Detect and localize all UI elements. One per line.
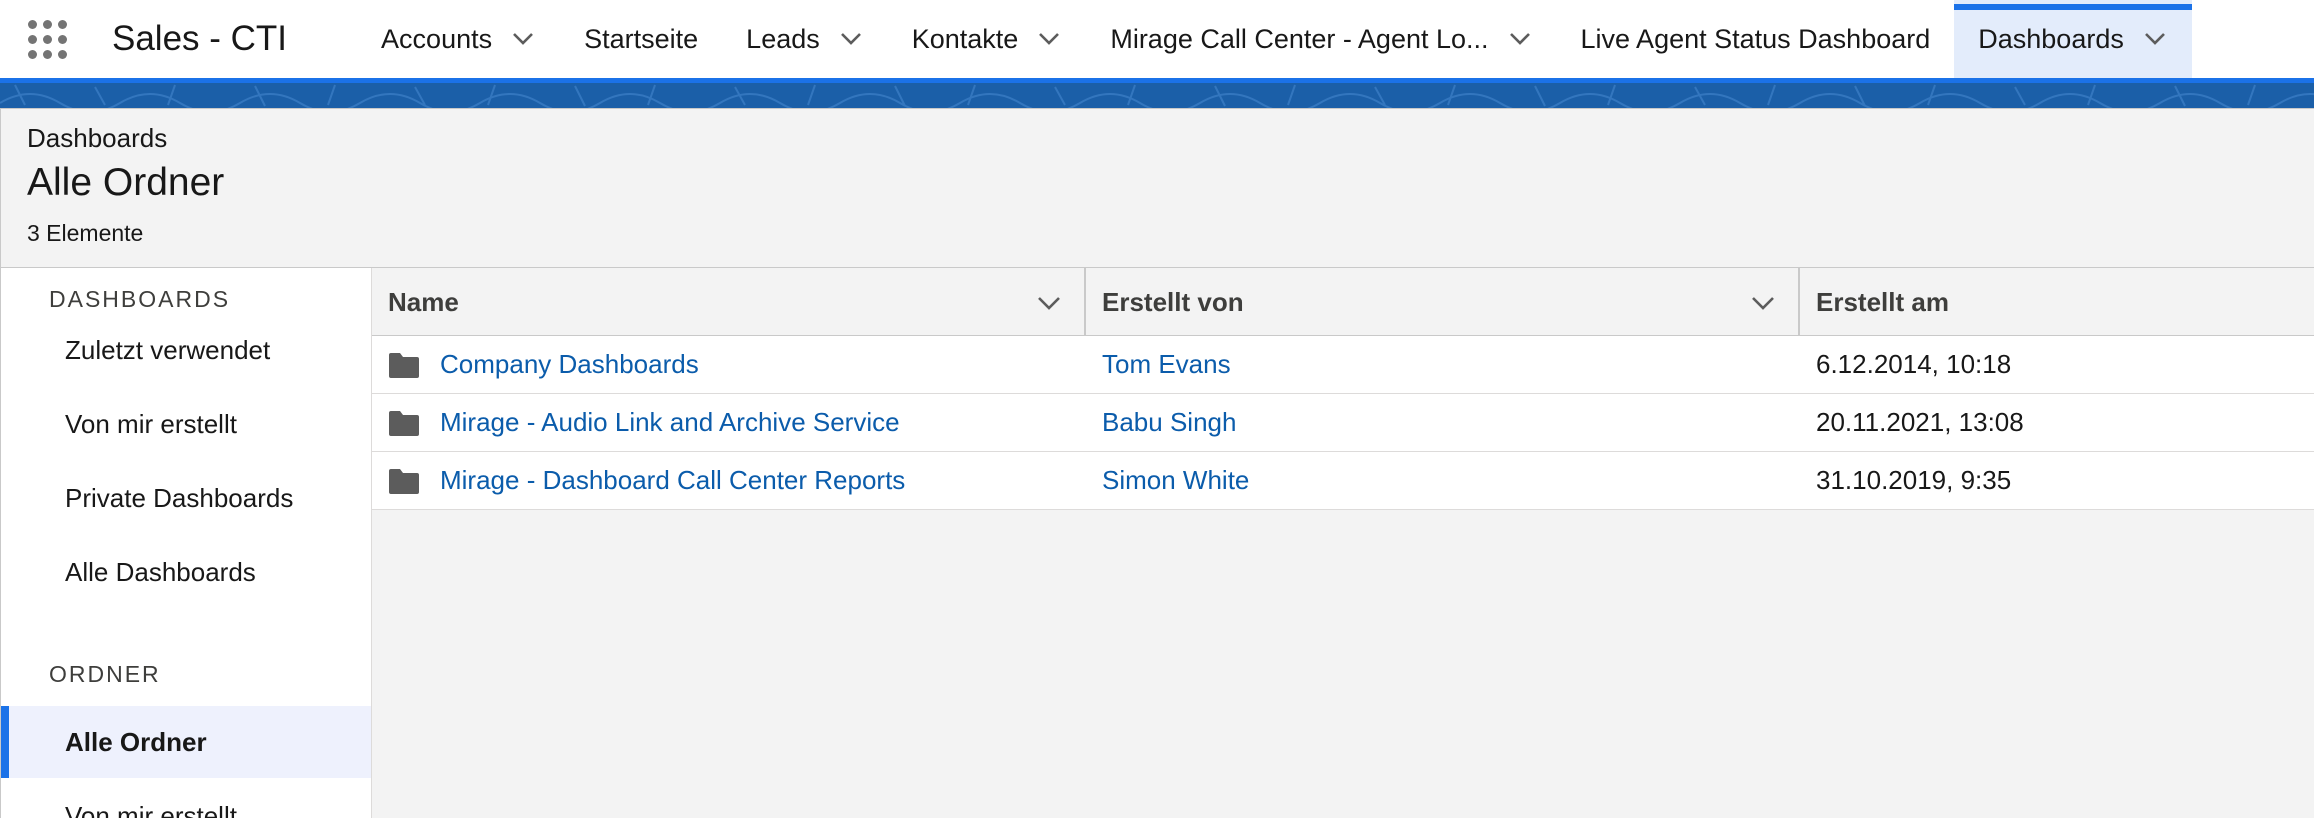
- nav-tab-accounts[interactable]: Accounts: [357, 0, 560, 78]
- table-body: Company Dashboards Tom Evans 6.12.2014, …: [372, 336, 2314, 510]
- breadcrumb[interactable]: Dashboards: [27, 123, 167, 154]
- column-header-label: Name: [388, 286, 459, 317]
- user-link[interactable]: Simon White: [1102, 465, 1249, 496]
- user-link[interactable]: Babu Singh: [1102, 407, 1236, 438]
- sidebar-item-alle-dashboards[interactable]: Alle Dashboards: [1, 536, 371, 608]
- global-navigation: Sales - CTI Accounts Startseite Leads Ko…: [0, 0, 2314, 78]
- nav-tab-label: Startseite: [584, 23, 699, 54]
- page-title: Alle Ordner: [27, 161, 225, 204]
- cell-created-by: Tom Evans: [1102, 336, 1231, 393]
- cell-created-by: Simon White: [1102, 452, 1249, 509]
- chevron-down-icon[interactable]: [1750, 290, 1776, 316]
- column-header-label: Erstellt von: [1102, 286, 1244, 317]
- nav-tab-label: Dashboards: [1978, 23, 2124, 54]
- chevron-down-icon[interactable]: [1036, 26, 1062, 52]
- brand-pattern-icon: [0, 84, 2314, 108]
- brand-banner: [0, 78, 2314, 108]
- folder-list: Name Erstellt von Erstellt am Company Da…: [372, 268, 2314, 818]
- sidebar-item-label: Zuletzt verwendet: [65, 334, 271, 365]
- chevron-down-icon[interactable]: [838, 26, 864, 52]
- waffle-icon: [27, 19, 67, 59]
- folder-link[interactable]: Mirage - Audio Link and Archive Service: [440, 407, 900, 438]
- sidebar-item-label: Von mir erstellt: [65, 800, 237, 818]
- sidebar-heading-dashboards: DASHBOARDS: [49, 286, 231, 312]
- folder-icon: [389, 352, 419, 378]
- sidebar-item-label: Von mir erstellt: [65, 408, 237, 439]
- nav-tab-startseite[interactable]: Startseite: [560, 0, 722, 78]
- cell-created-at: 31.10.2019, 9:35: [1816, 465, 2012, 495]
- column-header-label: Erstellt am: [1816, 286, 1949, 317]
- cell-created-by: Babu Singh: [1102, 394, 1236, 451]
- column-header-erstellt-von[interactable]: Erstellt von: [1086, 268, 1798, 336]
- nav-tab-label: Mirage Call Center - Agent Lo...: [1110, 23, 1489, 54]
- folder-link[interactable]: Company Dashboards: [440, 349, 699, 380]
- chevron-down-icon[interactable]: [510, 26, 536, 52]
- folder-icon: [389, 468, 419, 494]
- nav-tab-dashboards[interactable]: Dashboards: [1954, 0, 2192, 78]
- nav-tab-bar: Accounts Startseite Leads Kontakte Mirag…: [357, 0, 2192, 78]
- cell-name: Company Dashboards: [388, 336, 699, 393]
- sidebar-item-label: Alle Dashboards: [65, 556, 256, 587]
- item-count: 3 Elemente: [27, 220, 144, 246]
- cell-created-at: 20.11.2021, 13:08: [1816, 407, 2024, 437]
- nav-tab-label: Live Agent Status Dashboard: [1580, 23, 1931, 54]
- cell-created-at: 6.12.2014, 10:18: [1816, 349, 2012, 379]
- sidebar: DASHBOARDS Zuletzt verwendet Von mir ers…: [0, 268, 372, 818]
- cell-name: Mirage - Dashboard Call Center Reports: [388, 452, 905, 509]
- nav-tab-label: Accounts: [381, 23, 493, 54]
- chevron-down-icon[interactable]: [1507, 26, 1533, 52]
- folder-link[interactable]: Mirage - Dashboard Call Center Reports: [440, 465, 905, 496]
- table-header: Name Erstellt von Erstellt am: [372, 268, 2314, 336]
- sidebar-item-private-dashboards[interactable]: Private Dashboards: [1, 462, 371, 534]
- sidebar-item-von-mir-erstellt[interactable]: Von mir erstellt: [1, 388, 371, 460]
- folder-icon: [389, 410, 419, 436]
- sidebar-item-ordner-von-mir-erstellt[interactable]: Von mir erstellt: [1, 780, 371, 818]
- nav-tab-live-agent-status-dashboard[interactable]: Live Agent Status Dashboard: [1557, 0, 1955, 78]
- sidebar-item-label: Private Dashboards: [65, 482, 294, 513]
- nav-tab-mirage-call-center[interactable]: Mirage Call Center - Agent Lo...: [1086, 0, 1556, 78]
- user-link[interactable]: Tom Evans: [1102, 349, 1231, 380]
- table-row: Mirage - Dashboard Call Center Reports S…: [372, 452, 2314, 510]
- sidebar-item-zuletzt-verwendet[interactable]: Zuletzt verwendet: [1, 314, 371, 386]
- nav-tab-leads[interactable]: Leads: [722, 0, 888, 78]
- column-header-name[interactable]: Name: [372, 268, 1084, 336]
- sidebar-item-label: Alle Ordner: [65, 726, 207, 757]
- sidebar-item-alle-ordner[interactable]: Alle Ordner: [1, 706, 371, 778]
- page-header: Dashboards Alle Ordner 3 Elemente: [0, 108, 2314, 268]
- column-header-erstellt-am[interactable]: Erstellt am: [1800, 268, 2314, 336]
- nav-tab-kontakte[interactable]: Kontakte: [888, 0, 1087, 78]
- sidebar-heading-ordner: ORDNER: [49, 661, 161, 687]
- table-row: Mirage - Audio Link and Archive Service …: [372, 394, 2314, 452]
- cell-name: Mirage - Audio Link and Archive Service: [388, 394, 900, 451]
- nav-tab-label: Leads: [746, 23, 820, 54]
- chevron-down-icon[interactable]: [1036, 290, 1062, 316]
- app-launcher-button[interactable]: [0, 0, 94, 78]
- table-row: Company Dashboards Tom Evans 6.12.2014, …: [372, 336, 2314, 394]
- chevron-down-icon[interactable]: [2142, 26, 2168, 52]
- nav-tab-label: Kontakte: [911, 23, 1019, 54]
- app-name: Sales - CTI: [112, 19, 288, 58]
